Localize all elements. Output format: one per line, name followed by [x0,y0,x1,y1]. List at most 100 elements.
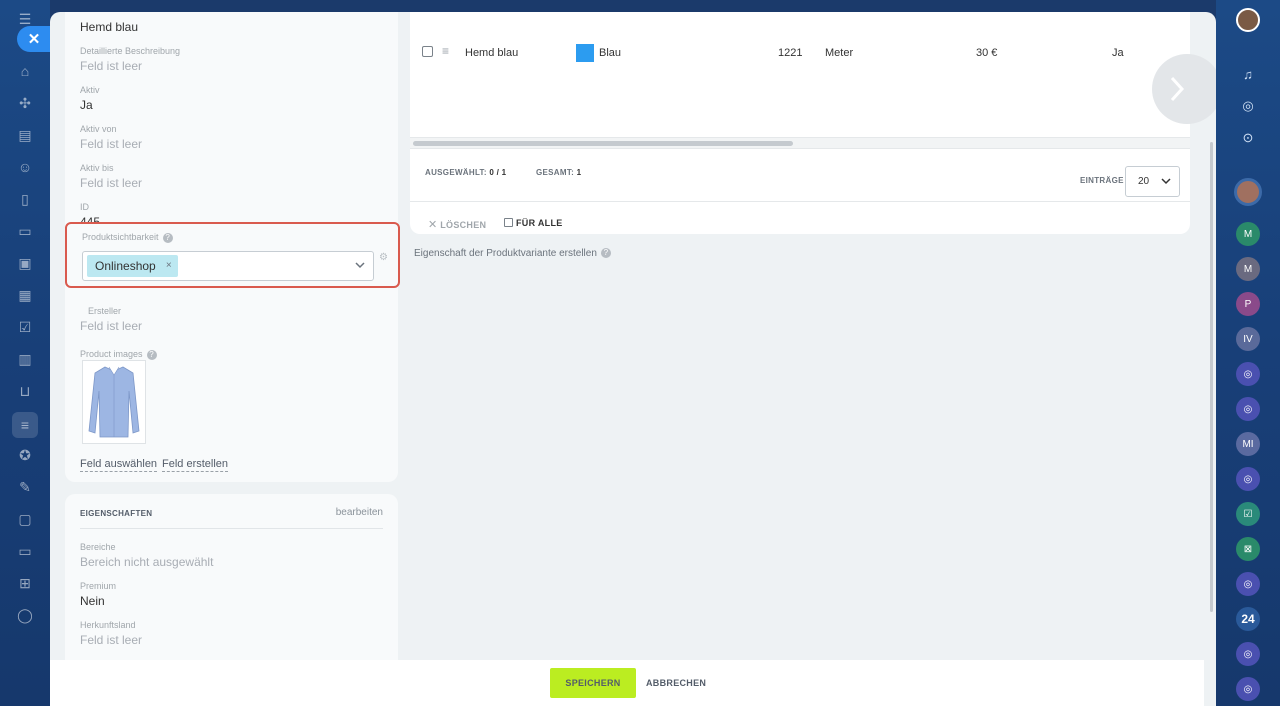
catalog-icon[interactable]: ≡ [12,412,38,438]
chart-icon[interactable]: ▥ [14,348,36,370]
cart-icon[interactable]: ⊔ [14,380,36,402]
variants-table-card: ≡ Hemd blau Blau 1221 Meter 30 € Ja AUSG… [410,12,1216,234]
cell-code: 1221 [778,47,803,59]
row-checkbox[interactable] [422,46,433,57]
chat-icon-6[interactable]: ◎ [1236,677,1260,701]
chat-icon-3[interactable]: ◎ [1236,467,1260,491]
close-slider-button[interactable]: ✕ [17,26,51,52]
footer-bar: SPEICHERN ABBRECHEN [50,660,1204,706]
for-all-option[interactable]: FÜR ALLE [504,218,563,228]
total-label: GESAMT: [536,168,575,177]
tasks-icon[interactable]: ☑ [14,316,36,338]
scrollbar-thumb[interactable] [413,141,793,146]
delete-action[interactable]: ✕ LÖSCHEN [428,218,486,231]
chat-icon-2[interactable]: ◎ [1236,397,1260,421]
field-label: Aktiv von [80,124,117,134]
scroll-right-button[interactable] [1152,54,1216,124]
field-label: Herkunftsland [80,620,136,630]
field-label: Bereiche [80,542,116,552]
bell-icon[interactable]: ♫ [1236,62,1260,86]
cell-active: Ja [1112,47,1124,59]
field-value: Ja [80,98,93,112]
for-all-checkbox[interactable] [504,218,513,227]
chevron-down-icon [1161,178,1171,185]
help-icon[interactable]: ? [146,349,157,360]
product-slider: Hemd blau Detaillierte Beschreibung Feld… [50,12,1216,706]
lock-chat-icon[interactable]: ⊠ [1236,537,1260,561]
product-image[interactable] [82,360,146,444]
contact-avatar[interactable] [1234,178,1262,206]
box-icon[interactable]: ▢ [14,508,36,530]
task-chat-icon[interactable]: ☑ [1236,502,1260,526]
save-button[interactable]: SPEICHERN [550,668,636,698]
visibility-tag-text: Onlineshop [95,259,156,273]
edit-properties-link[interactable]: bearbeiten [336,507,383,518]
images-label-text: Product images [80,349,143,359]
field-value: Feld ist leer [80,59,143,73]
globe-icon[interactable]: ◯ [14,604,36,626]
for-all-label: FÜR ALLE [516,218,563,228]
chat-icon-4[interactable]: ◎ [1236,572,1260,596]
create-variant-property-text: Eigenschaft der Produktvariante erstelle… [414,248,597,259]
total-value: 1 [576,168,582,177]
document-icon[interactable]: ▤ [14,124,36,146]
create-field-link[interactable]: Feld erstellen [162,458,229,472]
entries-label: EINTRÄGE [1080,176,1124,185]
images-label: Product images? [80,349,157,360]
create-variant-property-link[interactable]: Eigenschaft der Produktvariante erstelle… [414,248,611,259]
field-label: Detaillierte Beschreibung [80,46,181,56]
cancel-button[interactable]: ABBRECHEN [646,668,706,698]
help-icon[interactable]: ? [600,248,611,259]
field-value: Feld ist leer [80,633,143,647]
contact-avatar-p[interactable]: P [1236,292,1260,316]
product-name-value: Hemd blau [80,20,139,34]
user-avatar[interactable] [1236,8,1260,32]
page-size-value: 20 [1138,176,1150,187]
cell-price: 30 € [976,47,998,59]
close-icon: ✕ [428,219,438,231]
pen-icon[interactable]: ✎ [14,476,36,498]
visibility-select[interactable]: Onlineshop × [82,251,374,281]
vertical-scrollbar[interactable] [1210,142,1213,612]
page-size-select[interactable]: 20 [1125,166,1180,197]
total-counter: GESAMT: 1 [536,168,581,177]
drag-handle-icon[interactable]: ≡ [442,44,449,58]
select-field-link[interactable]: Feld auswählen [80,458,158,472]
selected-counter: AUSGEWÄHLT: 0 / 1 [425,168,506,177]
search-chat-icon[interactable]: ⊙ [1236,126,1260,150]
selected-value: 0 / 1 [489,168,507,177]
gear-icon[interactable]: ⚙ [379,252,388,263]
home-icon[interactable]: ⌂ [14,60,36,82]
presentation-icon[interactable]: ▣ [14,252,36,274]
help-icon[interactable]: ? [162,232,173,243]
left-navigation: ☰ ⌂ ✣ ▤ ☺ ▯ ▭ ▣ ▦ ☑ ▥ ⊔ ≡ ✪ ✎ ▢ ▭ ⊞ ◯ [0,0,50,706]
calendar-icon[interactable]: ▦ [14,284,36,306]
cell-name[interactable]: Hemd blau [465,47,518,59]
contact-avatar-m1[interactable]: M [1236,222,1260,246]
message-icon[interactable]: ▭ [14,540,36,562]
chevron-down-icon[interactable] [355,260,365,270]
chat-icon-1[interactable]: ◎ [1236,362,1260,386]
tag-remove-icon[interactable]: × [166,255,172,277]
network-icon[interactable]: ⊞ [14,572,36,594]
field-value: Feld ist leer [80,319,143,333]
chevron-right-icon [1170,76,1185,102]
card-icon[interactable]: ▭ [14,220,36,242]
right-bar: ♫ ◎ ⊙ M M P IV ◎ ◎ MI ◎ ☑ ⊠ ◎ 24 ◎ ◎ [1216,0,1280,706]
field-label: Aktiv [80,85,100,95]
bitrix24-icon[interactable]: 24 [1236,607,1260,631]
contact-avatar-iv[interactable]: IV [1236,327,1260,351]
visibility-tag: Onlineshop × [87,255,178,277]
cell-color: Blau [599,47,622,59]
copilot-icon[interactable]: ◎ [1236,94,1260,118]
product-visibility-field: Produktsichtbarkeit? Onlineshop × ⚙ [65,222,400,288]
chat-icon-5[interactable]: ◎ [1236,642,1260,666]
divider [410,148,1190,149]
properties-title: EIGENSCHAFTEN [80,509,153,518]
contact-avatar-mi[interactable]: MI [1236,432,1260,456]
gear-nav-icon[interactable]: ✪ [14,444,36,466]
contact-avatar-m2[interactable]: M [1236,257,1260,281]
puzzle-icon[interactable]: ✣ [14,92,36,114]
file-icon[interactable]: ▯ [14,188,36,210]
contacts-icon[interactable]: ☺ [14,156,36,178]
